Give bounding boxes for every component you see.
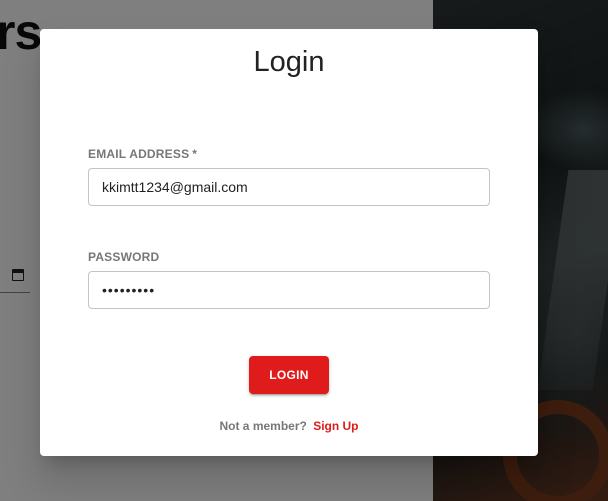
signup-row: Not a member? Sign Up <box>40 419 538 433</box>
email-label-text: EMAIL ADDRESS <box>88 147 190 161</box>
page: rs Login EMAIL ADDRESS* PASSWORD LOGIN N… <box>0 0 608 501</box>
login-dialog: Login EMAIL ADDRESS* PASSWORD LOGIN Not … <box>40 29 538 456</box>
signup-link[interactable]: Sign Up <box>313 419 358 433</box>
dialog-title: Login <box>253 46 325 78</box>
password-label: PASSWORD <box>88 250 160 264</box>
email-field[interactable] <box>88 168 490 206</box>
signup-prompt: Not a member? <box>219 419 307 433</box>
required-marker: * <box>192 147 198 161</box>
email-label: EMAIL ADDRESS * <box>88 147 197 161</box>
password-field[interactable] <box>88 271 490 309</box>
login-button[interactable]: LOGIN <box>249 356 329 394</box>
